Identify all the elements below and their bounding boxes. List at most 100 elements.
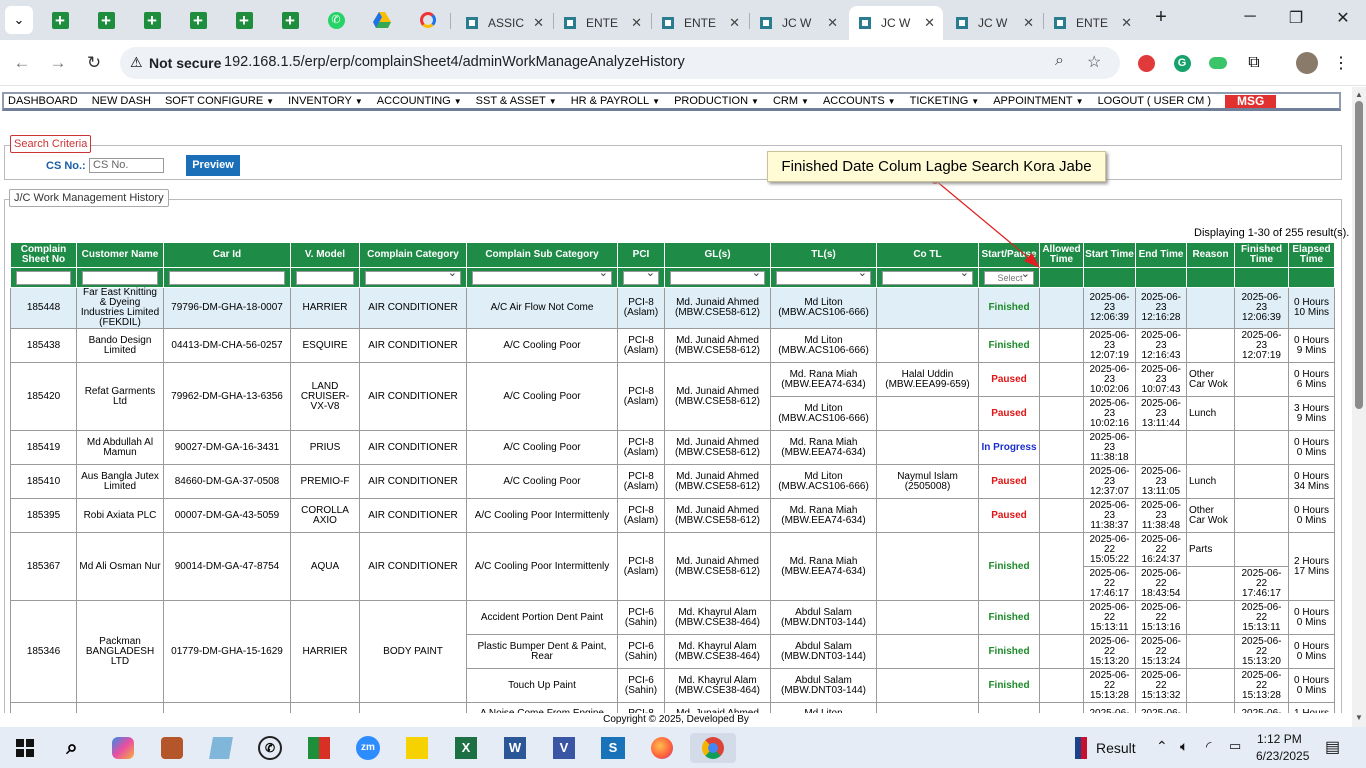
filter-input[interactable] bbox=[169, 270, 285, 285]
wifi-icon[interactable]: ◜ bbox=[1206, 738, 1211, 755]
menu-item-dashboard[interactable]: DASHBOARD bbox=[8, 95, 78, 107]
column-header[interactable]: Allowed Time bbox=[1039, 242, 1084, 268]
taskbar-copilot[interactable] bbox=[108, 733, 138, 763]
reload-button[interactable]: ↻ bbox=[82, 51, 106, 75]
pinned-tab-sheets-5[interactable]: + bbox=[232, 8, 256, 32]
browser-menu-button[interactable]: ⋮ bbox=[1330, 52, 1352, 74]
menu-item-ticketing[interactable]: TICKETING ▼ bbox=[910, 95, 980, 107]
extension-green[interactable] bbox=[1207, 52, 1229, 74]
address-bar[interactable]: ⚠ Not secure 192.168.1.5/erp/erp/complai… bbox=[120, 47, 1120, 79]
menu-item-hr-payroll[interactable]: HR & PAYROLL ▼ bbox=[571, 95, 660, 107]
filter-select[interactable] bbox=[623, 268, 659, 285]
close-window-button[interactable]: ✕ bbox=[1323, 8, 1363, 28]
filter-select[interactable] bbox=[365, 268, 461, 285]
clock-date[interactable]: 6/23/2025 bbox=[1256, 749, 1309, 763]
taskbar-word[interactable]: W bbox=[500, 733, 530, 763]
menu-item-sst-asset[interactable]: SST & ASSET ▼ bbox=[476, 95, 557, 107]
tab-7[interactable]: ENTE ✕ bbox=[1044, 6, 1140, 40]
clock-time[interactable]: 1:12 PM bbox=[1257, 732, 1302, 746]
table-row[interactable]: 185419 Md Abdullah Al Mamun 90027-DM-GA-16… bbox=[10, 430, 1335, 465]
close-tab-icon[interactable]: ✕ bbox=[827, 15, 838, 31]
tab-3[interactable]: ENTE ✕ bbox=[652, 6, 748, 40]
pinned-tab-sheets-2[interactable]: + bbox=[94, 8, 118, 32]
filter-input[interactable] bbox=[296, 270, 354, 285]
volume-icon[interactable]: 🔈︎ bbox=[1180, 738, 1188, 755]
zoom-search-icon[interactable]: ⌕ bbox=[1055, 52, 1064, 70]
pinned-tab-sheets-6[interactable]: + bbox=[278, 8, 302, 32]
back-button[interactable]: ← bbox=[10, 51, 34, 75]
filter-select[interactable] bbox=[882, 268, 973, 285]
pinned-tab-drive[interactable] bbox=[370, 8, 394, 32]
pinned-tab-whatsapp[interactable]: ✆ bbox=[324, 8, 348, 32]
taskbar-chrome[interactable] bbox=[690, 733, 736, 763]
column-header[interactable]: Complain Sub Category bbox=[466, 242, 618, 268]
column-header[interactable]: Reason bbox=[1186, 242, 1235, 268]
bookmark-star-icon[interactable]: ☆ bbox=[1087, 52, 1101, 72]
chevron-up-icon[interactable]: ⌃ bbox=[1156, 738, 1168, 755]
extension-red[interactable] bbox=[1135, 52, 1157, 74]
table-row[interactable]: 185346 Packman BANGLADESH LTD 01779-DM-GHA… bbox=[10, 600, 1335, 703]
taskbar-sticky-notes[interactable] bbox=[402, 733, 432, 763]
taskbar-firefox[interactable] bbox=[647, 733, 677, 763]
tab-6[interactable]: JC W ✕ bbox=[946, 6, 1042, 40]
not-secure-label[interactable]: Not secure bbox=[149, 55, 221, 71]
close-tab-icon[interactable]: ✕ bbox=[924, 15, 935, 31]
taskbar-zoom[interactable]: zm bbox=[353, 733, 383, 763]
column-header[interactable]: Start Time bbox=[1083, 242, 1136, 268]
tab-4[interactable]: JC W ✕ bbox=[750, 6, 846, 40]
url-text[interactable]: 192.168.1.5/erp/erp/complainSheet4/admin… bbox=[224, 54, 685, 70]
column-header[interactable]: Elapsed Time bbox=[1288, 242, 1335, 268]
weather-widget[interactable] bbox=[1066, 733, 1096, 763]
pinned-tab-app[interactable] bbox=[416, 8, 440, 32]
filter-input[interactable] bbox=[82, 270, 158, 285]
tab-5-active[interactable]: JC W ✕ bbox=[849, 6, 943, 40]
page-scrollbar[interactable]: ▲ ▼ bbox=[1352, 87, 1366, 727]
column-header[interactable]: Car Id bbox=[163, 242, 291, 268]
menu-item-production[interactable]: PRODUCTION ▼ bbox=[674, 95, 759, 107]
new-tab-button[interactable]: + bbox=[1141, 6, 1181, 29]
filter-select[interactable] bbox=[670, 268, 765, 285]
menu-item-accounts[interactable]: ACCOUNTS ▼ bbox=[823, 95, 896, 107]
taskbar-app-2[interactable] bbox=[157, 733, 187, 763]
start-button[interactable] bbox=[10, 733, 40, 763]
column-header[interactable]: Complain Sheet No bbox=[10, 242, 77, 268]
menu-item-soft-configure[interactable]: SOFT CONFIGURE ▼ bbox=[165, 95, 274, 107]
taskbar-search[interactable]: ⌕ bbox=[57, 733, 87, 763]
table-row[interactable]: 185410 Aus Bangla Jutex Limited 84660-DM-G… bbox=[10, 464, 1335, 499]
column-header[interactable]: Complain Category bbox=[359, 242, 467, 268]
column-header[interactable]: GL(s) bbox=[664, 242, 771, 268]
menu-item-appointment[interactable]: APPOINTMENT ▼ bbox=[993, 95, 1083, 107]
close-tab-icon[interactable]: ✕ bbox=[729, 15, 740, 31]
scroll-up-icon[interactable]: ▲ bbox=[1355, 90, 1363, 99]
close-tab-icon[interactable]: ✕ bbox=[1023, 15, 1034, 31]
battery-icon[interactable]: ▭ bbox=[1229, 738, 1241, 754]
column-header[interactable]: End Time bbox=[1135, 242, 1187, 268]
close-tab-icon[interactable]: ✕ bbox=[631, 15, 642, 31]
menu-item-crm[interactable]: CRM ▼ bbox=[773, 95, 809, 107]
scroll-down-icon[interactable]: ▼ bbox=[1355, 713, 1363, 722]
taskbar-app-11[interactable]: S bbox=[598, 733, 628, 763]
restore-button[interactable]: ❐ bbox=[1276, 8, 1316, 28]
table-row[interactable]: 185438 Bando Design Limited 04413-DM-CHA-5… bbox=[10, 328, 1335, 363]
filter-select[interactable] bbox=[776, 268, 871, 285]
minimize-button[interactable]: ─ bbox=[1230, 8, 1270, 26]
menu-item-inventory[interactable]: INVENTORY ▼ bbox=[288, 95, 363, 107]
column-header[interactable]: TL(s) bbox=[770, 242, 877, 268]
filter-input[interactable] bbox=[16, 270, 71, 285]
pinned-tab-sheets-4[interactable]: + bbox=[186, 8, 210, 32]
taskbar-app-3[interactable] bbox=[206, 733, 236, 763]
preview-button[interactable]: Preview bbox=[186, 155, 240, 176]
tab-1[interactable]: ASSIC ✕ bbox=[456, 6, 552, 40]
pinned-tab-sheets-1[interactable]: + bbox=[48, 8, 72, 32]
column-header[interactable]: Finished Time bbox=[1234, 242, 1289, 268]
tab-2[interactable]: ENTE ✕ bbox=[554, 6, 650, 40]
scrollbar-thumb[interactable] bbox=[1355, 101, 1363, 409]
table-row[interactable]: 185367 Md Ali Osman Nur 90014-DM-GA-47-875… bbox=[10, 532, 1335, 601]
table-row[interactable]: 185420 Refat Garments Ltd 79962-DM-GHA-13-… bbox=[10, 362, 1335, 431]
forward-button[interactable]: → bbox=[46, 51, 70, 75]
tab-search-button[interactable]: ⌄ bbox=[5, 6, 33, 34]
close-tab-icon[interactable]: ✕ bbox=[1121, 15, 1132, 31]
menu-item-accounting[interactable]: ACCOUNTING ▼ bbox=[377, 95, 462, 107]
close-tab-icon[interactable]: ✕ bbox=[533, 15, 544, 31]
filter-select[interactable]: Select bbox=[984, 270, 1034, 285]
